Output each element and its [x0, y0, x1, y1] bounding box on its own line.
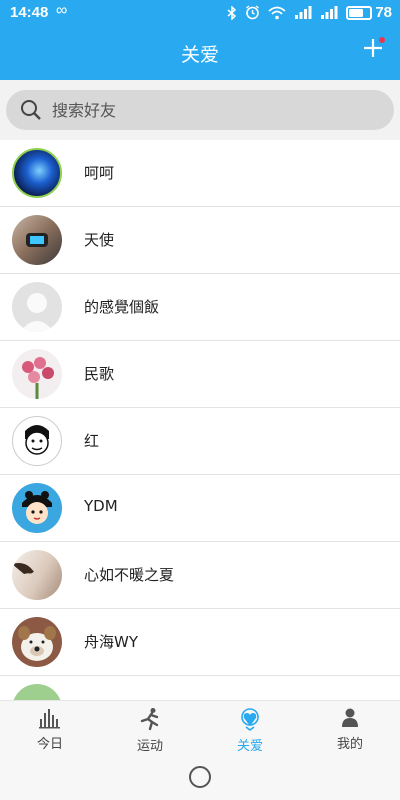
avatar: [12, 416, 62, 466]
signal-icon-2: [321, 6, 338, 19]
friend-item[interactable]: 心如不暖之夏: [0, 542, 400, 609]
friend-item[interactable]: [0, 676, 400, 700]
search-icon: [21, 100, 41, 120]
search-area: [0, 80, 400, 140]
friend-item[interactable]: 天使: [0, 207, 400, 274]
person-icon: [342, 708, 358, 727]
plus-icon: [364, 37, 385, 57]
bottom-nav: 今日 运动 关爱 我的: [0, 700, 400, 761]
friend-item[interactable]: 红: [0, 408, 400, 475]
friend-item[interactable]: 的感覺個飯: [0, 274, 400, 341]
system-nav-bar: [0, 760, 400, 800]
avatar: [12, 349, 62, 399]
avatar: [12, 617, 62, 667]
friend-item[interactable]: 呵呵: [0, 140, 400, 207]
search-input[interactable]: [50, 99, 354, 121]
battery-indicator: 78: [346, 4, 392, 21]
friend-name: 心如不暖之夏: [84, 566, 175, 584]
search-bar[interactable]: [6, 90, 394, 130]
tab-mine[interactable]: 我的: [300, 701, 400, 761]
friend-name: 的感覺個飯: [84, 298, 160, 316]
tab-today[interactable]: 今日: [0, 701, 100, 761]
avatar: [12, 148, 62, 198]
avatar: [12, 684, 62, 700]
friend-item[interactable]: 民歌: [0, 341, 400, 408]
avatar: [12, 483, 62, 533]
friend-name: YDM: [84, 497, 118, 515]
tab-label: 运动: [136, 739, 163, 754]
status-time: 14:48: [10, 4, 49, 21]
tab-label: 关爱: [236, 739, 263, 754]
alarm-icon: [246, 5, 260, 20]
tab-care[interactable]: 关爱: [200, 701, 300, 761]
friend-list[interactable]: 呵呵 天使 的感覺個飯 民歌 红 YDM 心如不暖之夏 舟海WY: [0, 140, 400, 700]
tab-exercise[interactable]: 运动: [100, 701, 200, 761]
page-title: 关爱: [180, 44, 219, 66]
friend-name: 红: [84, 432, 100, 450]
friend-item[interactable]: YDM: [0, 475, 400, 542]
status-icons: 78: [227, 4, 392, 21]
bluetooth-icon: [227, 5, 237, 20]
avatar: [12, 550, 62, 600]
status-bar: 14:48 ∞ 78: [0, 0, 400, 26]
battery-percent: 78: [375, 4, 392, 21]
bar-chart-icon: [39, 709, 60, 729]
friend-name: 舟海WY: [84, 633, 138, 651]
friend-name: 呵呵: [84, 164, 115, 182]
battery-icon: [346, 5, 373, 20]
loop-icon: ∞: [56, 2, 68, 19]
wifi-icon: [268, 6, 286, 19]
tab-label: 今日: [36, 737, 63, 752]
friend-item[interactable]: 舟海WY: [0, 609, 400, 676]
avatar: [12, 215, 62, 265]
app-header: 关爱: [0, 26, 400, 80]
avatar: [12, 282, 62, 332]
home-button[interactable]: [189, 766, 211, 788]
tab-label: 我的: [336, 737, 363, 752]
friend-name: 天使: [84, 231, 115, 249]
add-friend-button[interactable]: [362, 36, 386, 60]
signal-icon-1: [295, 6, 312, 19]
runner-icon: [140, 708, 159, 731]
care-heart-icon: [241, 708, 259, 731]
friend-name: 民歌: [84, 365, 115, 383]
